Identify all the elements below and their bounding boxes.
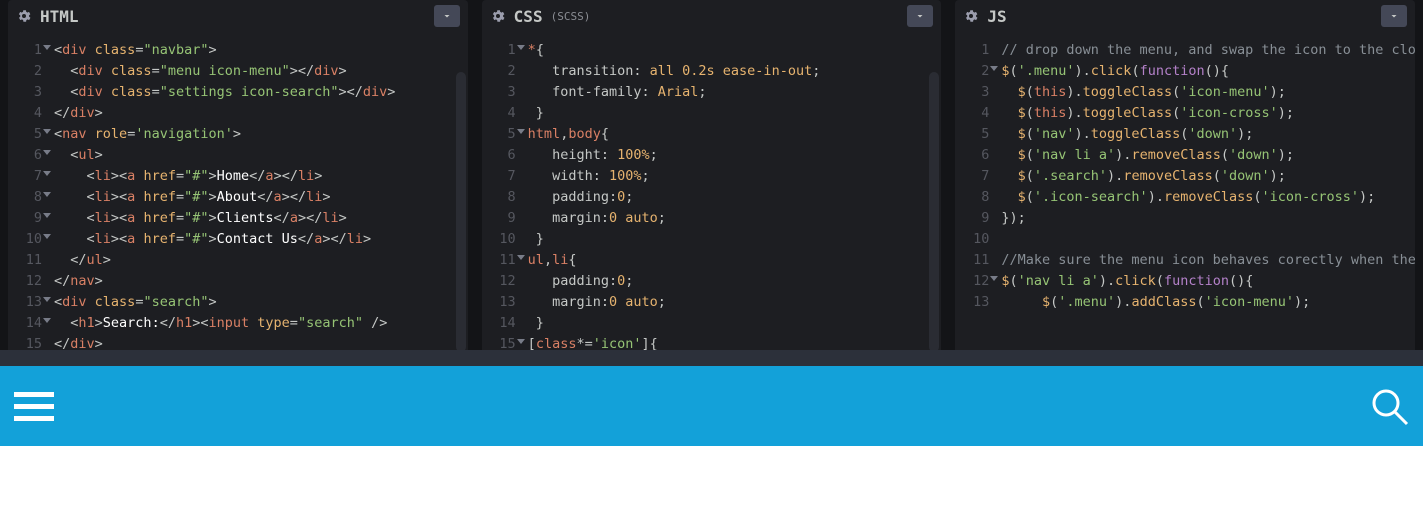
css-title: CSS [514, 7, 543, 26]
html-editor-panel: HTML 123456789101112131415 <div class="n… [8, 0, 468, 350]
search-icon[interactable] [1369, 386, 1409, 426]
js-editor-panel: JS 12345678910111213 // drop down the me… [955, 0, 1415, 350]
html-editor-header: HTML [8, 0, 468, 32]
gear-icon[interactable] [16, 8, 32, 24]
scrollbar[interactable] [456, 72, 466, 350]
scrollbar[interactable] [929, 72, 939, 350]
js-code-area[interactable]: 12345678910111213 // drop down the menu,… [955, 32, 1415, 350]
hamburger-icon[interactable] [14, 392, 54, 421]
html-collapse-button[interactable] [434, 5, 460, 27]
css-subtitle: (SCSS) [551, 10, 591, 23]
css-code-area[interactable]: 123456789101112131415 *{ transition: all… [482, 32, 942, 350]
css-editor-header: CSS (SCSS) [482, 0, 942, 32]
js-collapse-button[interactable] [1381, 5, 1407, 27]
preview-navbar [0, 366, 1423, 446]
gear-icon[interactable] [963, 8, 979, 24]
html-title: HTML [40, 7, 79, 26]
html-code-area[interactable]: 123456789101112131415 <div class="navbar… [8, 32, 468, 350]
js-editor-header: JS [955, 0, 1415, 32]
js-title: JS [987, 7, 1006, 26]
preview-pane [0, 366, 1423, 515]
css-collapse-button[interactable] [907, 5, 933, 27]
gear-icon[interactable] [490, 8, 506, 24]
css-editor-panel: CSS (SCSS) 123456789101112131415 *{ tran… [482, 0, 942, 350]
editor-preview-divider[interactable] [0, 350, 1423, 366]
